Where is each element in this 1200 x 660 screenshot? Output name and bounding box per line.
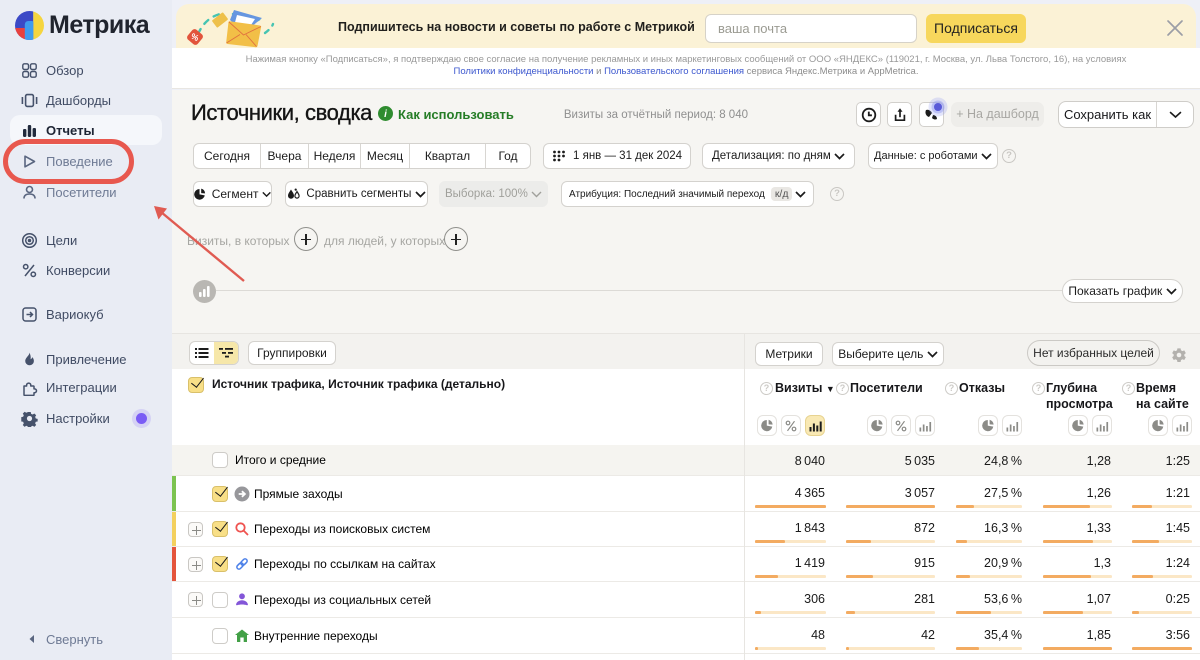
svg-text:i: i xyxy=(384,109,387,120)
